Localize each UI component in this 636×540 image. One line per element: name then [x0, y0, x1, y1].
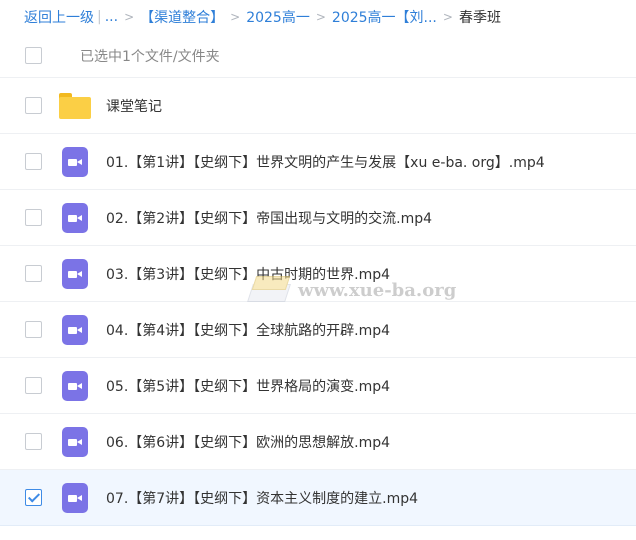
breadcrumb-item-grade[interactable]: 2025高一	[246, 7, 310, 27]
video-file-icon	[62, 202, 88, 233]
row-checkbox[interactable]	[25, 433, 42, 450]
file-name[interactable]: 06.【第6讲】【史纲下】欧洲的思想解放.mp4	[106, 432, 390, 452]
back-link[interactable]: 返回上一级	[24, 7, 94, 27]
video-file-icon	[62, 370, 88, 401]
file-list: 已选中1个文件/文件夹 课堂笔记 01.【第1讲】【史纲下】世界文明的产生与发展…	[0, 34, 636, 526]
row-checkbox[interactable]	[25, 265, 42, 282]
breadcrumb-current: 春季班	[458, 10, 501, 26]
file-name[interactable]: 02.【第2讲】【史纲下】帝国出现与文明的交流.mp4	[106, 208, 432, 228]
row-checkbox-checked[interactable]	[25, 489, 42, 506]
file-row[interactable]: 02.【第2讲】【史纲下】帝国出现与文明的交流.mp4	[0, 190, 636, 246]
row-checkbox[interactable]	[25, 153, 42, 170]
video-file-icon	[62, 482, 88, 513]
row-checkbox[interactable]	[25, 97, 42, 114]
breadcrumb-separator: >	[442, 10, 453, 24]
breadcrumb-separator: >	[315, 10, 326, 24]
row-checkbox[interactable]	[25, 321, 42, 338]
folder-icon	[59, 92, 91, 119]
file-name[interactable]: 07.【第7讲】【史纲下】资本主义制度的建立.mp4	[106, 488, 418, 508]
file-row[interactable]: 03.【第3讲】【史纲下】中古时期的世界.mp4	[0, 246, 636, 302]
file-row[interactable]: 课堂笔记	[0, 78, 636, 134]
video-file-icon	[62, 258, 88, 289]
breadcrumb-separator: >	[230, 10, 241, 24]
selection-count-text: 已选中1个文件/文件夹	[80, 48, 220, 65]
breadcrumb-separator: >	[124, 10, 135, 24]
video-file-icon	[62, 426, 88, 457]
file-name[interactable]: 03.【第3讲】【史纲下】中古时期的世界.mp4	[106, 264, 390, 284]
row-checkbox[interactable]	[25, 377, 42, 394]
breadcrumb-divider: |	[97, 9, 102, 25]
list-header: 已选中1个文件/文件夹	[0, 34, 636, 78]
file-name[interactable]: 05.【第5讲】【史纲下】世界格局的演变.mp4	[106, 376, 390, 396]
breadcrumb-item-teacher[interactable]: 2025高一【刘...	[332, 7, 437, 27]
video-file-icon	[62, 146, 88, 177]
video-file-icon	[62, 314, 88, 345]
file-row[interactable]: 04.【第4讲】【史纲下】全球航路的开辟.mp4	[0, 302, 636, 358]
select-all-checkbox[interactable]	[25, 47, 42, 64]
file-row[interactable]: 06.【第6讲】【史纲下】欧洲的思想解放.mp4	[0, 414, 636, 470]
breadcrumb: 返回上一级 | ... > 【渠道整合】 > 2025高一 > 2025高一【刘…	[0, 0, 636, 34]
file-name[interactable]: 课堂笔记	[106, 96, 162, 116]
file-row-selected[interactable]: 07.【第7讲】【史纲下】资本主义制度的建立.mp4	[0, 470, 636, 526]
file-name[interactable]: 01.【第1讲】【史纲下】世界文明的产生与发展【xu e-ba. org】.mp…	[106, 152, 545, 172]
row-checkbox[interactable]	[25, 209, 42, 226]
breadcrumb-item-channel[interactable]: 【渠道整合】	[140, 7, 224, 27]
file-row[interactable]: 01.【第1讲】【史纲下】世界文明的产生与发展【xu e-ba. org】.mp…	[0, 134, 636, 190]
breadcrumb-ellipsis[interactable]: ...	[105, 9, 118, 25]
file-row[interactable]: 05.【第5讲】【史纲下】世界格局的演变.mp4	[0, 358, 636, 414]
file-name[interactable]: 04.【第4讲】【史纲下】全球航路的开辟.mp4	[106, 320, 390, 340]
